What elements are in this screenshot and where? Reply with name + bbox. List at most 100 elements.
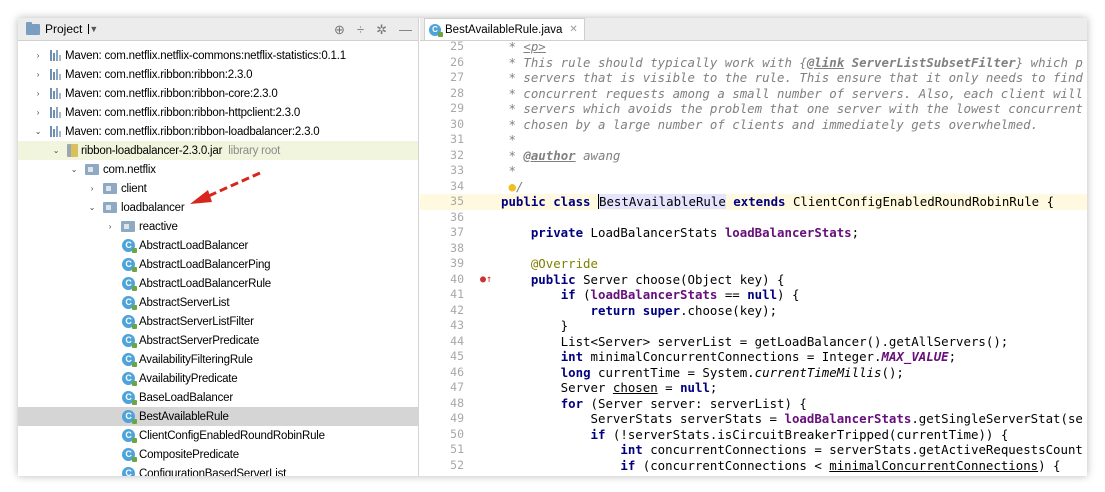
tree-item[interactable]: ⌄ Maven: com.netflix.ribbon:ribbon-loadba… [18, 122, 418, 141]
tree-item-label: AbstractLoadBalancer [139, 239, 249, 252]
code-line[interactable]: 30 * chosen by a large number of clients… [420, 117, 1087, 133]
chevron-right-icon[interactable]: › [32, 51, 44, 60]
code-line[interactable]: 37 private LoadBalancerStats loadBalance… [420, 225, 1087, 241]
code-line[interactable]: 49 ServerStats serverStats = loadBalance… [420, 411, 1087, 427]
tree-item[interactable]: C CompositePredicate [18, 445, 418, 464]
tree-item-label: AbstractServerListFilter [139, 315, 254, 328]
tree-item[interactable]: C AbstractLoadBalancerRule [18, 274, 418, 293]
java-class-icon: C [122, 277, 137, 291]
code-line[interactable]: 43 } [420, 318, 1087, 334]
tree-item[interactable]: C AbstractLoadBalancerPing [18, 255, 418, 274]
java-class-icon: C [122, 296, 137, 310]
tree-item[interactable]: C AbstractServerListFilter [18, 312, 418, 331]
code-text: * [501, 163, 516, 178]
code-text: } [501, 318, 569, 333]
code-line[interactable]: 36 [420, 210, 1087, 226]
code-line[interactable]: 25 * <p> [420, 39, 1087, 55]
chevron-down-icon[interactable]: ⌄ [68, 165, 80, 174]
tree-item-label: Maven: com.netflix.ribbon:ribbon-core:2.… [65, 87, 278, 100]
tree-item[interactable]: C ClientConfigEnabledRoundRobinRule [18, 426, 418, 445]
code-line[interactable]: 28 * concurrent requests among a small n… [420, 86, 1087, 102]
chevron-down-icon[interactable]: ⌄ [50, 146, 62, 155]
library-icon [50, 69, 62, 80]
code-line[interactable]: 46 long currentTime = System.currentTime… [420, 365, 1087, 381]
code-line[interactable]: 50 if (!serverStats.isCircuitBreakerTrip… [420, 427, 1087, 443]
code-line[interactable]: 29 * servers which avoids the problem th… [420, 101, 1087, 117]
code-line[interactable]: 31 * [420, 132, 1087, 148]
chevron-down-icon[interactable]: ⌄ [32, 127, 44, 136]
tree-item[interactable]: C BaseLoadBalancer [18, 388, 418, 407]
tree-item[interactable]: ⌄ ribbon-loadbalancer-2.3.0.jar library ro… [18, 141, 418, 160]
java-class-icon: C [122, 410, 137, 424]
code-line[interactable]: 42 return super.choose(key); [420, 303, 1087, 319]
code-line[interactable]: 34 ●/ [420, 179, 1087, 195]
line-number: 28 [450, 85, 464, 100]
hide-icon[interactable]: — [399, 22, 412, 37]
code-line[interactable]: 35 public class BestAvailableRule extends… [420, 194, 1087, 210]
tree-item[interactable]: › Maven: com.netflix.ribbon:ribbon:2.3.0 [18, 65, 418, 84]
chevron-right-icon[interactable]: › [32, 70, 44, 79]
tree-item[interactable]: C AvailabilityFilteringRule [18, 350, 418, 369]
tree-item-label: ConfigurationBasedServerList [139, 467, 287, 477]
chevron-right-icon[interactable]: › [104, 222, 116, 231]
tree-item-label: AbstractServerList [139, 296, 230, 309]
line-number: 41 [450, 287, 464, 301]
close-icon[interactable]: ✕ [569, 24, 577, 35]
code-text: public Server choose(Object key) { [530, 271, 785, 287]
tree-item[interactable]: C ConfigurationBasedServerList [18, 464, 418, 477]
code-area[interactable]: 25 * <p> 26 * This rule should typically … [420, 39, 1087, 476]
tree-item[interactable]: C AbstractLoadBalancer [18, 236, 418, 255]
chevron-right-icon[interactable]: › [32, 89, 44, 98]
tree-item[interactable]: C AbstractServerPredicate [18, 331, 418, 350]
override-gutter-icon[interactable]: ●↑ [480, 272, 492, 288]
code-text: * servers that is visible to the rule. T… [501, 70, 1083, 85]
line-number: 36 [450, 209, 464, 224]
code-line[interactable]: 32 * @author awang [420, 148, 1087, 164]
code-line[interactable]: 51 int concurrentConnections = serverSta… [420, 442, 1087, 458]
tab-best-available-rule[interactable]: C BestAvailableRule.java ✕ [424, 18, 585, 40]
code-line[interactable]: 44 List<Server> serverList = getLoadBala… [420, 334, 1087, 350]
package-icon [121, 221, 135, 232]
code-line[interactable]: 33 * [420, 163, 1087, 179]
code-line[interactable]: 39 @Override [420, 256, 1087, 272]
project-panel-header: Project ▼ ⊕ ÷ ✲ — [18, 18, 418, 41]
project-panel-title[interactable]: Project [45, 22, 82, 36]
code-line[interactable]: 41 if (loadBalancerStats == null) { [420, 287, 1087, 303]
tree-item[interactable]: C BestAvailableRule [18, 407, 418, 426]
line-number: 37 [450, 225, 464, 239]
code-line[interactable]: 27 * servers that is visible to the rule… [420, 70, 1087, 86]
line-number: 26 [450, 54, 464, 69]
package-icon [85, 164, 99, 175]
code-line[interactable]: 52 if (concurrentConnections < minimalCo… [420, 458, 1087, 474]
tree-item[interactable]: › Maven: com.netflix.ribbon:ribbon-httpcl… [18, 103, 418, 122]
collapse-all-icon[interactable]: ÷ [357, 22, 364, 37]
line-number: 45 [450, 349, 464, 363]
gear-icon[interactable]: ✲ [376, 22, 387, 38]
tree-item[interactable]: C AvailabilityPredicate [18, 369, 418, 388]
chevron-down-icon[interactable]: ⌄ [86, 203, 98, 212]
code-line[interactable]: 38 [420, 241, 1087, 257]
line-number: 44 [450, 333, 464, 348]
project-folder-icon [26, 21, 40, 35]
chevron-right-icon[interactable]: › [86, 184, 98, 193]
tree-item[interactable]: › Maven: com.netflix.netflix-commons:netf… [18, 46, 418, 65]
code-line[interactable]: 47 Server chosen = null; [420, 380, 1087, 396]
code-line[interactable]: 48 for (Server server: serverList) { [420, 396, 1087, 412]
code-text: if (concurrentConnections < minimalConcu… [620, 457, 1061, 473]
ide-window: Project ▼ ⊕ ÷ ✲ — › Maven: com.netflix.ne… [18, 18, 1087, 476]
line-number: 48 [450, 395, 464, 410]
tree-item[interactable]: › reactive [18, 217, 418, 236]
code-line[interactable]: 40 ●↑ public Server choose(Object key) { [420, 272, 1087, 288]
locate-icon[interactable]: ⊕ [334, 22, 345, 38]
code-line[interactable]: 26 * This rule should typically work wit… [420, 55, 1087, 71]
code-text: * servers which avoids the problem that … [501, 101, 1083, 116]
tree-item-label: ribbon-loadbalancer-2.3.0.jar [81, 144, 223, 157]
code-line[interactable]: 45 int minimalConcurrentConnections = In… [420, 349, 1087, 365]
tree-item[interactable]: C AbstractServerList [18, 293, 418, 312]
code-text: * [501, 132, 516, 147]
code-text: int minimalConcurrentConnections = Integ… [560, 349, 957, 364]
code-text: private LoadBalancerStats loadBalancerSt… [530, 225, 860, 240]
chevron-right-icon[interactable]: › [32, 108, 44, 117]
chevron-down-icon[interactable]: ▼ [88, 24, 98, 34]
tree-item[interactable]: › Maven: com.netflix.ribbon:ribbon-core:2… [18, 84, 418, 103]
